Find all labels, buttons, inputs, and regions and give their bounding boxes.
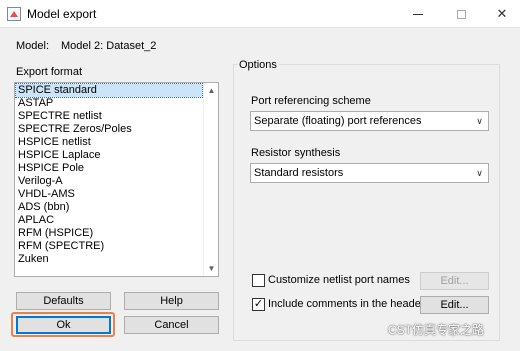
chevron-down-icon[interactable]: ∨ xyxy=(472,113,487,129)
checkmark-icon: ✓ xyxy=(253,298,264,310)
list-item-ads-bbn[interactable]: ADS (bbn) xyxy=(16,201,202,214)
list-item-spectre-netlist[interactable]: SPECTRE netlist xyxy=(16,110,202,123)
scroll-up-icon[interactable]: ▲ xyxy=(204,83,218,98)
maximize-button[interactable] xyxy=(443,0,479,28)
include-comments-checkbox[interactable]: ✓ xyxy=(252,298,265,311)
close-icon: ✕ xyxy=(496,6,508,21)
defaults-button[interactable]: Defaults xyxy=(16,292,111,310)
list-item-zuken[interactable]: Zuken xyxy=(16,253,202,266)
resistor-synthesis-value: Standard resistors xyxy=(254,167,344,179)
port-referencing-value: Separate (floating) port references xyxy=(254,115,422,127)
app-icon xyxy=(7,7,21,21)
list-item-hspice-laplace[interactable]: HSPICE Laplace xyxy=(16,149,202,162)
resistor-synthesis-select[interactable]: Standard resistors ∨ xyxy=(250,163,489,183)
model-value: Model 2: Dataset_2 xyxy=(61,40,157,52)
customize-names-edit-button[interactable]: Edit... xyxy=(420,272,489,290)
list-item-rfm-spectre[interactable]: RFM (SPECTRE) xyxy=(16,240,202,253)
ok-button[interactable]: Ok xyxy=(16,316,111,334)
close-button[interactable]: ✕ xyxy=(484,0,520,28)
port-referencing-select[interactable]: Separate (floating) port references ∨ xyxy=(250,111,489,131)
list-item-vhdl-ams[interactable]: VHDL-AMS xyxy=(16,188,202,201)
minimize-icon xyxy=(413,13,423,15)
list-item-verilog-a[interactable]: Verilog-A xyxy=(16,175,202,188)
help-button[interactable]: Help xyxy=(124,292,219,310)
chevron-down-icon[interactable]: ∨ xyxy=(472,165,487,181)
include-comments-edit-button[interactable]: Edit... xyxy=(420,296,489,314)
port-referencing-label: Port referencing scheme xyxy=(251,95,371,107)
minimize-button[interactable] xyxy=(400,0,436,28)
title-bar: Model export ✕ xyxy=(0,0,520,28)
export-format-list[interactable]: SPICE standard ASTAP SPECTRE netlist SPE… xyxy=(14,82,219,277)
watermark-text: CST仿真专家之路 xyxy=(388,323,485,337)
options-title: Options xyxy=(237,59,279,71)
model-label: Model: xyxy=(16,40,50,52)
list-item-spice-standard[interactable]: SPICE standard xyxy=(15,83,203,98)
list-item-aplac[interactable]: APLAC xyxy=(16,214,202,227)
maximize-icon xyxy=(456,9,466,19)
list-item-rfm-hspice[interactable]: RFM (HSPICE) xyxy=(16,227,202,240)
list-item-astap[interactable]: ASTAP xyxy=(16,97,202,110)
list-item-hspice-pole[interactable]: HSPICE Pole xyxy=(16,162,202,175)
list-item-spectre-zeros-poles[interactable]: SPECTRE Zeros/Poles xyxy=(16,123,202,136)
export-format-label: Export format xyxy=(16,66,83,78)
customize-names-checkbox[interactable] xyxy=(252,274,265,287)
window-title: Model export xyxy=(27,7,97,21)
list-scrollbar[interactable]: ▲ ▼ xyxy=(203,83,218,276)
list-item-hspice-netlist[interactable]: HSPICE netlist xyxy=(16,136,202,149)
scroll-down-icon[interactable]: ▼ xyxy=(204,261,218,276)
cancel-button[interactable]: Cancel xyxy=(124,316,219,334)
include-comments-label[interactable]: Include comments in the header xyxy=(268,298,425,310)
resistor-synthesis-label: Resistor synthesis xyxy=(251,147,341,159)
customize-names-label[interactable]: Customize netlist port names xyxy=(268,274,410,286)
